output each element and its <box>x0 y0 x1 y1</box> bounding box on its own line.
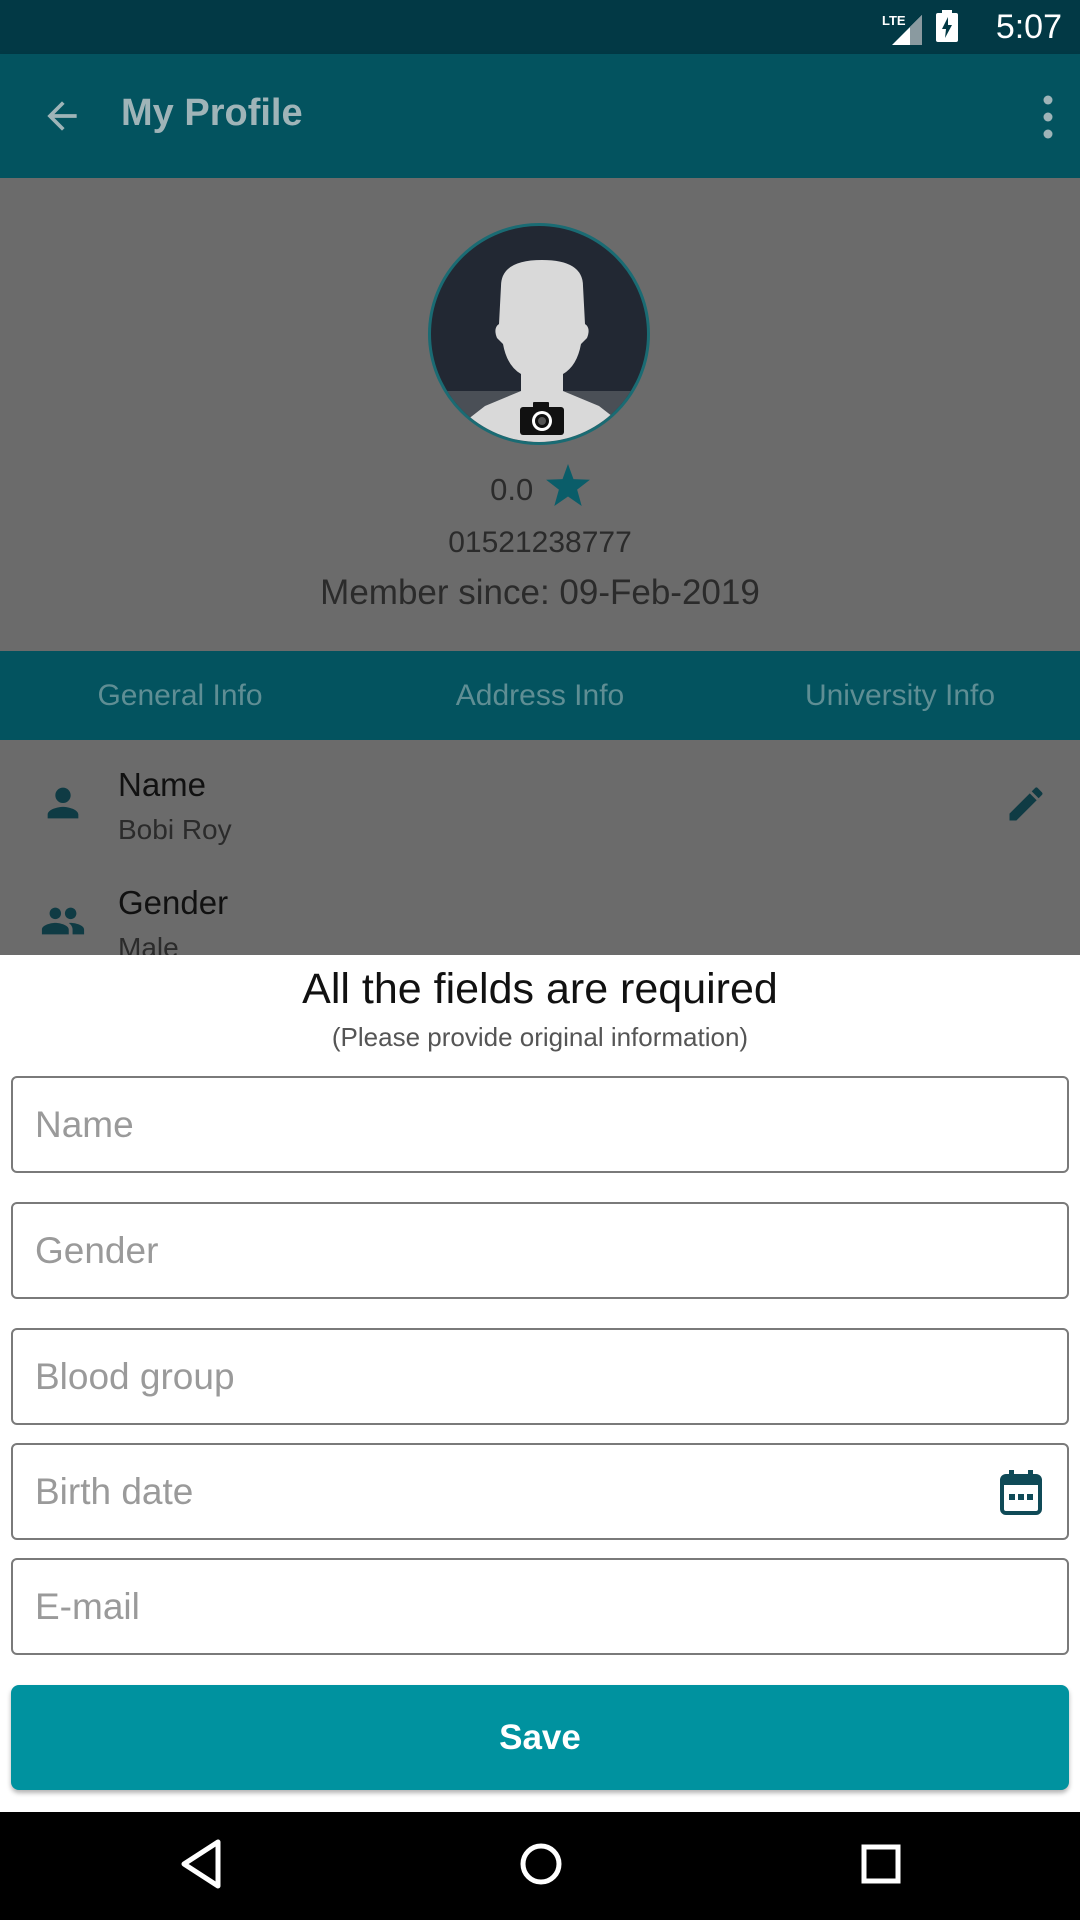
birth-date-field <box>11 1443 1069 1540</box>
tab-address-info[interactable]: Address Info <box>360 651 720 740</box>
profile-form-sheet: All the fields are required (Please prov… <box>0 955 1080 1812</box>
nav-home-icon[interactable] <box>518 1838 564 1895</box>
navigation-bar <box>0 1812 1080 1920</box>
save-button[interactable]: Save <box>11 1685 1069 1790</box>
tab-bar: General Info Address Info University Inf… <box>0 651 1080 740</box>
tab-general-info[interactable]: General Info <box>0 651 360 740</box>
calendar-icon[interactable] <box>999 1470 1043 1521</box>
member-since: Member since: 09-Feb-2019 <box>320 573 760 612</box>
list-item[interactable]: Name Bobi Roy <box>0 740 1080 858</box>
form-heading: All the fields are required <box>302 965 778 1013</box>
person-icon <box>40 780 86 831</box>
email-input[interactable] <box>13 1560 1067 1653</box>
nav-recents-icon[interactable] <box>858 1838 904 1895</box>
lte-signal-icon: LTE <box>882 13 922 45</box>
clock: 5:07 <box>995 8 1062 46</box>
birth-date-input[interactable] <box>13 1445 1067 1538</box>
name-input[interactable] <box>13 1078 1067 1171</box>
list-item[interactable]: Gender Male <box>0 858 1080 955</box>
rating-value: 0.0 <box>490 472 534 507</box>
star-icon <box>545 464 590 514</box>
camera-icon[interactable] <box>519 400 565 441</box>
info-label: Gender <box>118 884 229 921</box>
page-title: My Profile <box>121 92 303 134</box>
profile-header: 0.0 01521238777 Member since: 09-Feb-201… <box>0 178 1080 651</box>
app-bar: My Profile <box>0 54 1080 178</box>
status-bar: LTE 5:07 <box>0 0 1080 54</box>
rating: 0.0 <box>0 464 1080 514</box>
avatar[interactable] <box>428 223 650 445</box>
tab-university-info[interactable]: University Info <box>720 651 1080 740</box>
more-vert-icon[interactable] <box>1038 92 1058 142</box>
gender-input[interactable] <box>13 1204 1067 1297</box>
nav-back-icon[interactable] <box>178 1838 224 1895</box>
blood-group-field <box>11 1328 1069 1425</box>
blood-group-input[interactable] <box>13 1330 1067 1423</box>
email-field <box>11 1558 1069 1655</box>
info-value: Male <box>118 932 179 955</box>
info-label: Name <box>118 766 207 803</box>
phone-number: 01521238777 <box>448 526 632 559</box>
info-list: Name Bobi Roy Gender Male <box>0 740 1080 955</box>
info-value: Bobi Roy <box>118 814 232 845</box>
form-subheading: (Please provide original information) <box>331 1022 749 1052</box>
arrow-back-icon[interactable] <box>40 94 84 138</box>
people-icon <box>36 898 90 949</box>
status-icons: LTE <box>882 10 958 47</box>
name-field <box>11 1076 1069 1173</box>
edit-icon[interactable] <box>1004 782 1048 831</box>
battery-charging-icon <box>936 10 958 47</box>
gender-field <box>11 1202 1069 1299</box>
